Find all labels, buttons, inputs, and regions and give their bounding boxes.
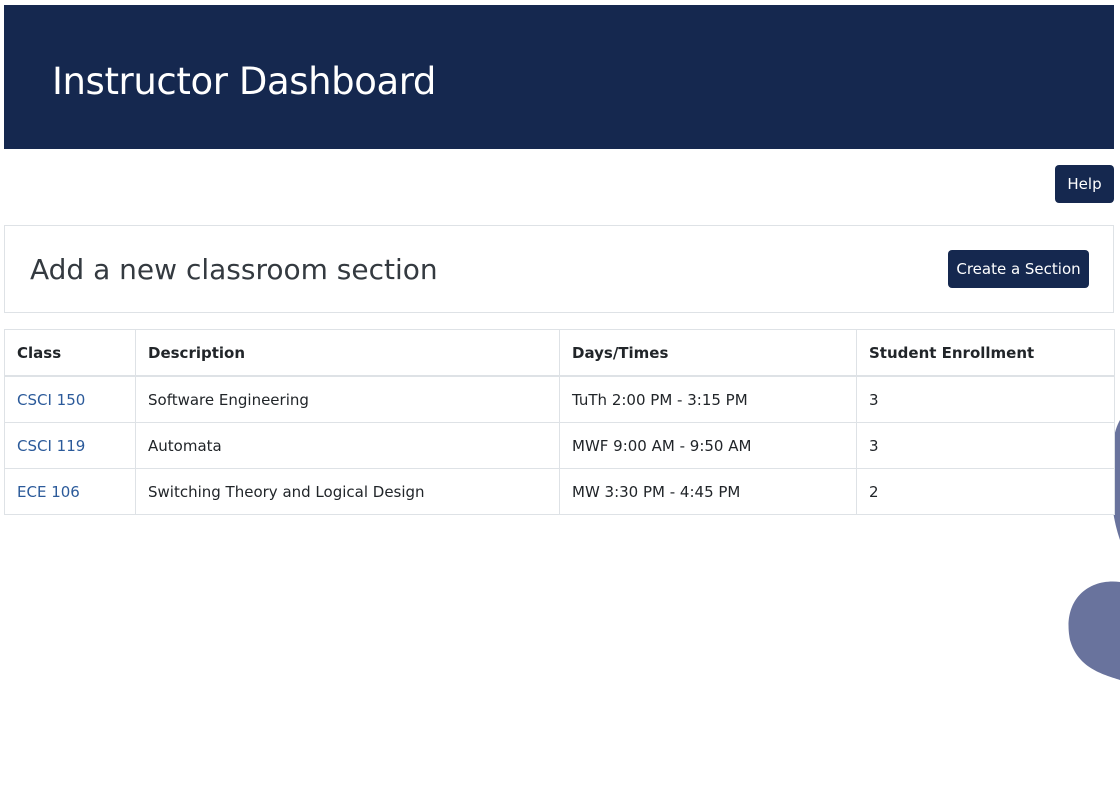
- table-header-row: Class Description Days/Times Student Enr…: [4, 329, 1115, 377]
- table-row: CSCI 119 Automata MWF 9:00 AM - 9:50 AM …: [4, 422, 1115, 469]
- days-times-cell: MWF 9:00 AM - 9:50 AM: [559, 422, 857, 469]
- enrollment-cell: 2: [856, 468, 1115, 515]
- column-header-days-times: Days/Times: [559, 329, 857, 377]
- decorative-blob-lower: [1068, 581, 1120, 680]
- class-link[interactable]: ECE 106: [17, 483, 80, 501]
- description-cell: Switching Theory and Logical Design: [135, 468, 560, 515]
- class-cell: ECE 106: [4, 468, 136, 515]
- description-cell: Software Engineering: [135, 375, 560, 423]
- column-header-description: Description: [135, 329, 560, 377]
- page-header: Instructor Dashboard: [4, 5, 1114, 149]
- description-cell: Automata: [135, 422, 560, 469]
- class-cell: CSCI 150: [4, 375, 136, 423]
- enrollment-cell: 3: [856, 422, 1115, 469]
- class-link[interactable]: CSCI 150: [17, 391, 85, 409]
- help-button[interactable]: Help: [1055, 165, 1114, 203]
- instructor-dashboard-page: Instructor Dashboard Help Add a new clas…: [0, 0, 1120, 804]
- new-section-heading: Add a new classroom section: [30, 253, 438, 286]
- create-section-button[interactable]: Create a Section: [948, 250, 1089, 288]
- class-link[interactable]: CSCI 119: [17, 437, 85, 455]
- new-section-card: Add a new classroom section Create a Sec…: [4, 225, 1114, 313]
- days-times-cell: MW 3:30 PM - 4:45 PM: [559, 468, 857, 515]
- enrollment-cell: 3: [856, 375, 1115, 423]
- sections-table: Class Description Days/Times Student Enr…: [4, 329, 1115, 515]
- sections-table-container: Class Description Days/Times Student Enr…: [4, 329, 1115, 515]
- page-title: Instructor Dashboard: [52, 60, 437, 103]
- class-cell: CSCI 119: [4, 422, 136, 469]
- column-header-student-enrollment: Student Enrollment: [856, 329, 1115, 377]
- table-row: CSCI 150 Software Engineering TuTh 2:00 …: [4, 375, 1115, 423]
- table-row: ECE 106 Switching Theory and Logical Des…: [4, 468, 1115, 515]
- days-times-cell: TuTh 2:00 PM - 3:15 PM: [559, 375, 857, 423]
- column-header-class: Class: [4, 329, 136, 377]
